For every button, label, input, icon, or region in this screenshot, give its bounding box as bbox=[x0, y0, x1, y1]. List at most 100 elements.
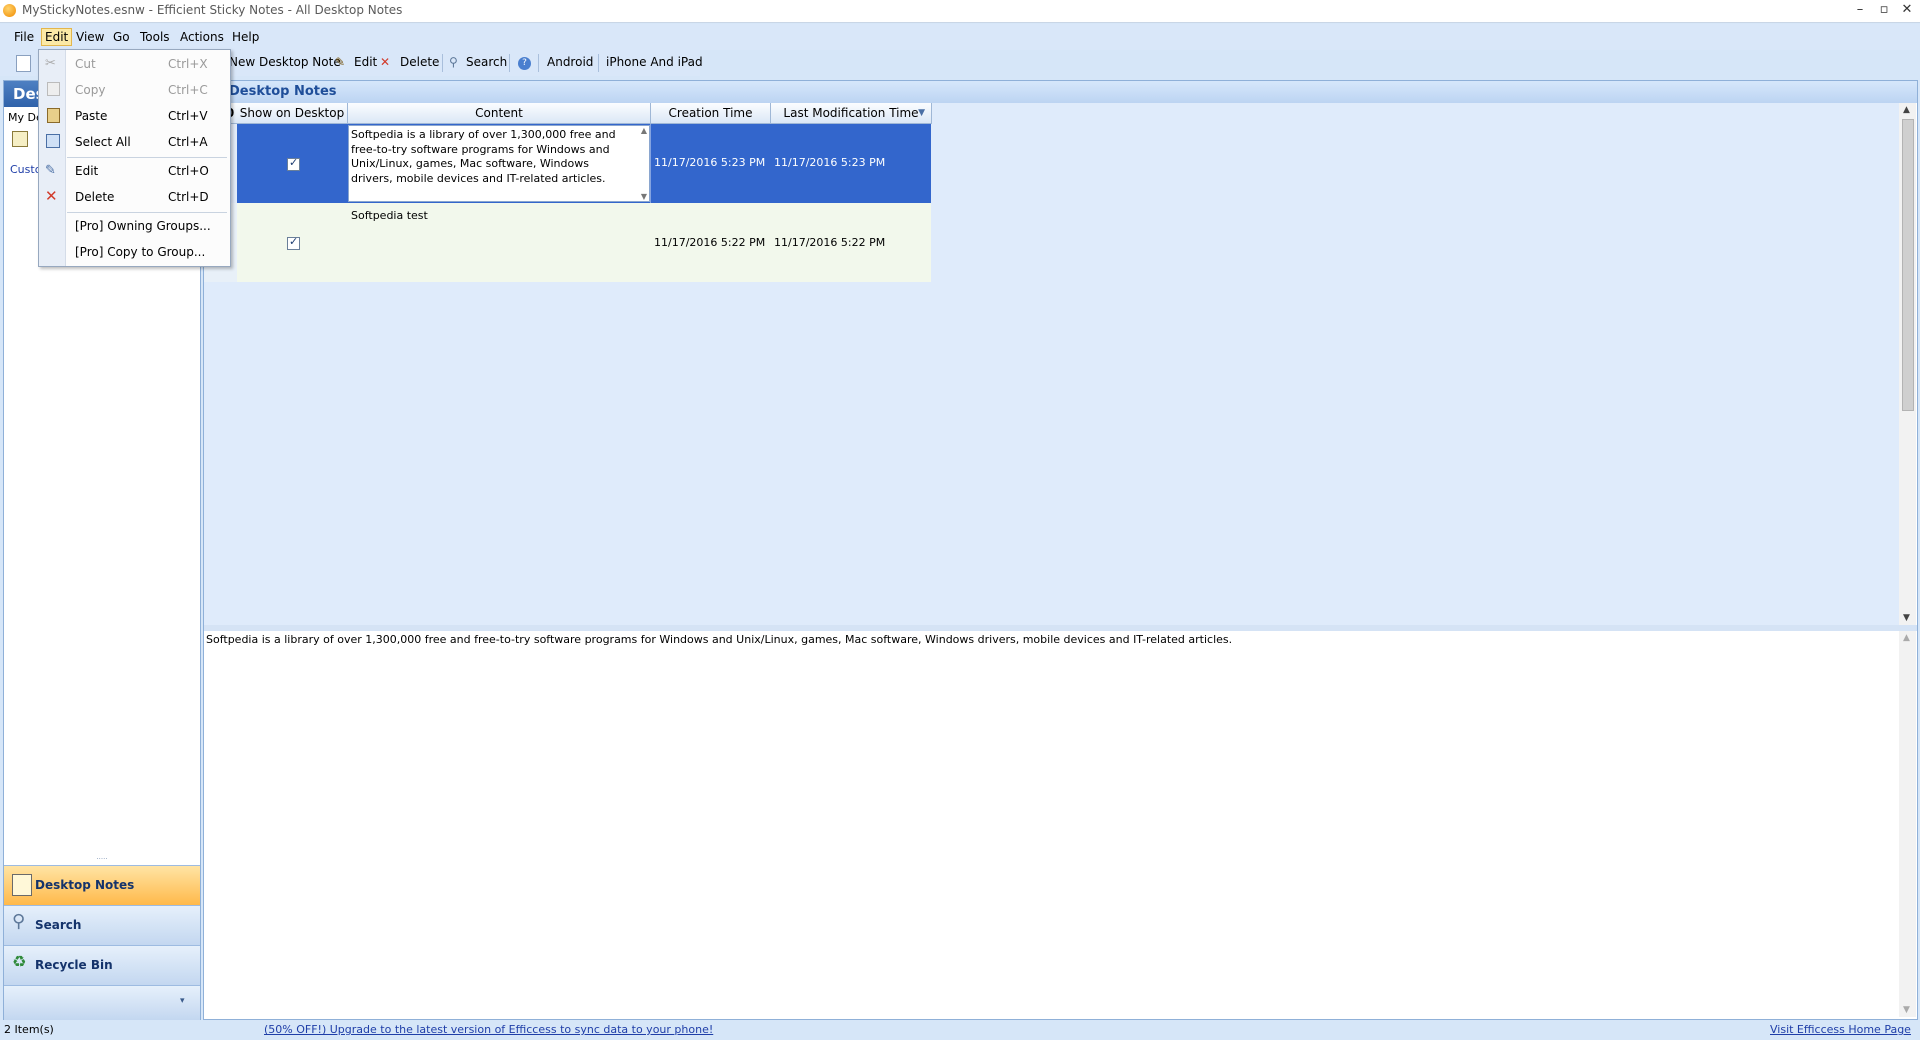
grid-vertical-scrollbar[interactable]: ▲ ▼ bbox=[1899, 103, 1916, 625]
table-row[interactable]: Softpedia test 11/17/2016 5:22 PM 11/17/… bbox=[204, 203, 931, 282]
note-preview[interactable]: Softpedia is a library of over 1,300,000… bbox=[204, 631, 1899, 1017]
chevron-down-icon[interactable]: ▾ bbox=[180, 996, 185, 1006]
custom-link[interactable]: Custo bbox=[10, 163, 41, 176]
homepage-link[interactable]: Visit Efficcess Home Page bbox=[1770, 1023, 1911, 1036]
paste-icon bbox=[47, 108, 60, 123]
toolbar-separator bbox=[442, 54, 443, 72]
menu-item-shortcut: Ctrl+D bbox=[168, 190, 209, 204]
copy-icon bbox=[47, 82, 60, 96]
window-title: MyStickyNotes.esnw - Efficient Sticky No… bbox=[22, 3, 403, 17]
iphone-ipad-button[interactable]: iPhone And iPad bbox=[606, 55, 703, 69]
edit-icon: ✎ bbox=[335, 55, 346, 69]
menu-actions[interactable]: Actions bbox=[177, 29, 227, 45]
menu-item-label: Paste bbox=[75, 109, 108, 123]
column-header-creation-time[interactable]: Creation Time bbox=[651, 103, 771, 124]
show-on-desktop-checkbox[interactable] bbox=[287, 235, 300, 250]
android-button[interactable]: Android bbox=[547, 55, 593, 69]
nav-options[interactable]: ▾ bbox=[4, 985, 200, 1020]
menu-item-owning-groups[interactable]: [Pro] Owning Groups... bbox=[39, 215, 228, 237]
toolbar-separator bbox=[509, 54, 510, 72]
nav-search[interactable]: ⚲ Search bbox=[4, 905, 200, 945]
notes-pane-header: Desktop Notes bbox=[204, 81, 1917, 103]
menu-go[interactable]: Go bbox=[110, 29, 133, 45]
delete-icon: ✕ bbox=[380, 55, 391, 69]
sort-descending-icon: ▼ bbox=[918, 108, 925, 118]
status-bar: 2 Item(s) (50% OFF!) Upgrade to the late… bbox=[0, 1020, 1920, 1040]
edit-icon: ✎ bbox=[45, 163, 56, 178]
close-button[interactable]: ✕ bbox=[1893, 0, 1920, 22]
scroll-down-arrow[interactable]: ▼ bbox=[1903, 1005, 1910, 1015]
delete-button[interactable]: Delete bbox=[400, 55, 439, 69]
preview-text: Softpedia is a library of over 1,300,000… bbox=[206, 633, 1233, 646]
menu-edit[interactable]: Edit bbox=[41, 28, 73, 46]
menu-item-label: [Pro] Owning Groups... bbox=[75, 219, 211, 233]
desktop-notes-icon bbox=[12, 874, 32, 896]
nav-desktop-notes-label: Desktop Notes bbox=[35, 878, 135, 892]
item-count: 2 Item(s) bbox=[4, 1023, 54, 1036]
column-header-show-on-desktop[interactable]: Show on Desktop bbox=[237, 103, 348, 124]
search-button[interactable]: Search bbox=[466, 55, 507, 69]
pane-splitter-grip[interactable]: ····· bbox=[4, 856, 200, 863]
menu-item-label: Cut bbox=[75, 57, 96, 71]
menu-item-shortcut: Ctrl+V bbox=[168, 109, 208, 123]
menu-view[interactable]: View bbox=[73, 29, 107, 45]
edit-menu-dropdown: ✂ Cut Ctrl+X Copy Ctrl+C Paste Ctrl+V Se… bbox=[38, 49, 231, 267]
scroll-up-arrow[interactable]: ▲ bbox=[1903, 105, 1910, 115]
content-cell: Softpedia test bbox=[351, 209, 428, 222]
notes-grid: 0 Show on Desktop Content Creation Time … bbox=[204, 103, 1899, 625]
content-cell: Softpedia is a library of over 1,300,000… bbox=[351, 128, 616, 185]
title-bar: MyStickyNotes.esnw - Efficient Sticky No… bbox=[0, 0, 1920, 23]
upgrade-link[interactable]: (50% OFF!) Upgrade to the latest version… bbox=[264, 1023, 713, 1036]
new-note-button[interactable]: New Desktop Note bbox=[229, 55, 341, 69]
scroll-up-arrow[interactable]: ▲ bbox=[1903, 633, 1910, 643]
menu-item-paste[interactable]: Paste Ctrl+V bbox=[39, 105, 228, 127]
menu-help[interactable]: Help bbox=[229, 29, 262, 45]
content-cell-editor[interactable]: Softpedia is a library of over 1,300,000… bbox=[348, 125, 650, 202]
scroll-up-arrow[interactable]: ▲ bbox=[641, 126, 647, 135]
table-row[interactable]: Softpedia is a library of over 1,300,000… bbox=[204, 124, 931, 203]
menu-item-delete[interactable]: ✕ Delete Ctrl+D bbox=[39, 186, 228, 208]
menu-tools[interactable]: Tools bbox=[137, 29, 173, 45]
app-icon bbox=[3, 4, 16, 17]
scroll-down-arrow[interactable]: ▼ bbox=[1903, 613, 1910, 623]
menu-item-copy[interactable]: Copy Ctrl+C bbox=[39, 79, 228, 101]
help-icon[interactable]: ? bbox=[518, 57, 531, 70]
nav-desktop-notes[interactable]: Desktop Notes bbox=[4, 865, 200, 905]
menu-item-label: Delete bbox=[75, 190, 115, 204]
preview-vertical-scrollbar[interactable]: ▲ ▼ bbox=[1899, 631, 1916, 1017]
menu-item-cut[interactable]: ✂ Cut Ctrl+X bbox=[39, 53, 228, 75]
delete-icon: ✕ bbox=[45, 187, 58, 205]
scroll-down-arrow[interactable]: ▼ bbox=[641, 192, 647, 201]
cut-icon: ✂ bbox=[45, 56, 56, 71]
menu-item-shortcut: Ctrl+C bbox=[168, 83, 208, 97]
menu-bar: File Edit View Go Tools Actions Help bbox=[0, 24, 1920, 50]
menu-item-label: Edit bbox=[75, 164, 99, 178]
column-divider bbox=[650, 124, 651, 203]
edit-button[interactable]: Edit bbox=[354, 55, 377, 69]
column-header-last-modification-label: Last Modification Time bbox=[783, 106, 919, 120]
modification-time-cell: 11/17/2016 5:22 PM bbox=[774, 236, 886, 249]
menu-item-select-all[interactable]: Select All Ctrl+A bbox=[39, 131, 228, 153]
nav-recycle-bin[interactable]: ♻ Recycle Bin bbox=[4, 945, 200, 985]
select-all-icon bbox=[46, 134, 60, 148]
menu-item-shortcut: Ctrl+O bbox=[168, 164, 209, 178]
search-icon: ⚲ bbox=[12, 911, 26, 932]
menu-item-label: [Pro] Copy to Group... bbox=[75, 245, 206, 259]
column-header-content[interactable]: Content bbox=[348, 103, 651, 124]
notes-pane-title: Desktop Notes bbox=[229, 84, 337, 99]
notes-tree-icon[interactable] bbox=[12, 131, 28, 147]
new-note-icon[interactable] bbox=[16, 55, 31, 72]
column-header-last-modification-time[interactable]: Last Modification Time ▼ bbox=[771, 103, 932, 124]
menu-item-label: Copy bbox=[75, 83, 106, 97]
toolbar-separator bbox=[538, 54, 539, 72]
creation-time-cell: 11/17/2016 5:22 PM bbox=[654, 236, 766, 249]
show-on-desktop-checkbox[interactable] bbox=[287, 156, 300, 171]
menu-item-edit[interactable]: ✎ Edit Ctrl+O bbox=[39, 160, 228, 182]
menu-item-shortcut: Ctrl+X bbox=[168, 57, 208, 71]
toolbar-separator bbox=[598, 54, 599, 72]
recycle-bin-icon: ♻ bbox=[12, 952, 27, 971]
scrollbar-thumb[interactable] bbox=[1902, 119, 1914, 411]
menu-item-copy-to-group[interactable]: [Pro] Copy to Group... bbox=[39, 241, 228, 263]
menu-file[interactable]: File bbox=[11, 29, 37, 45]
menu-item-shortcut: Ctrl+A bbox=[168, 135, 208, 149]
